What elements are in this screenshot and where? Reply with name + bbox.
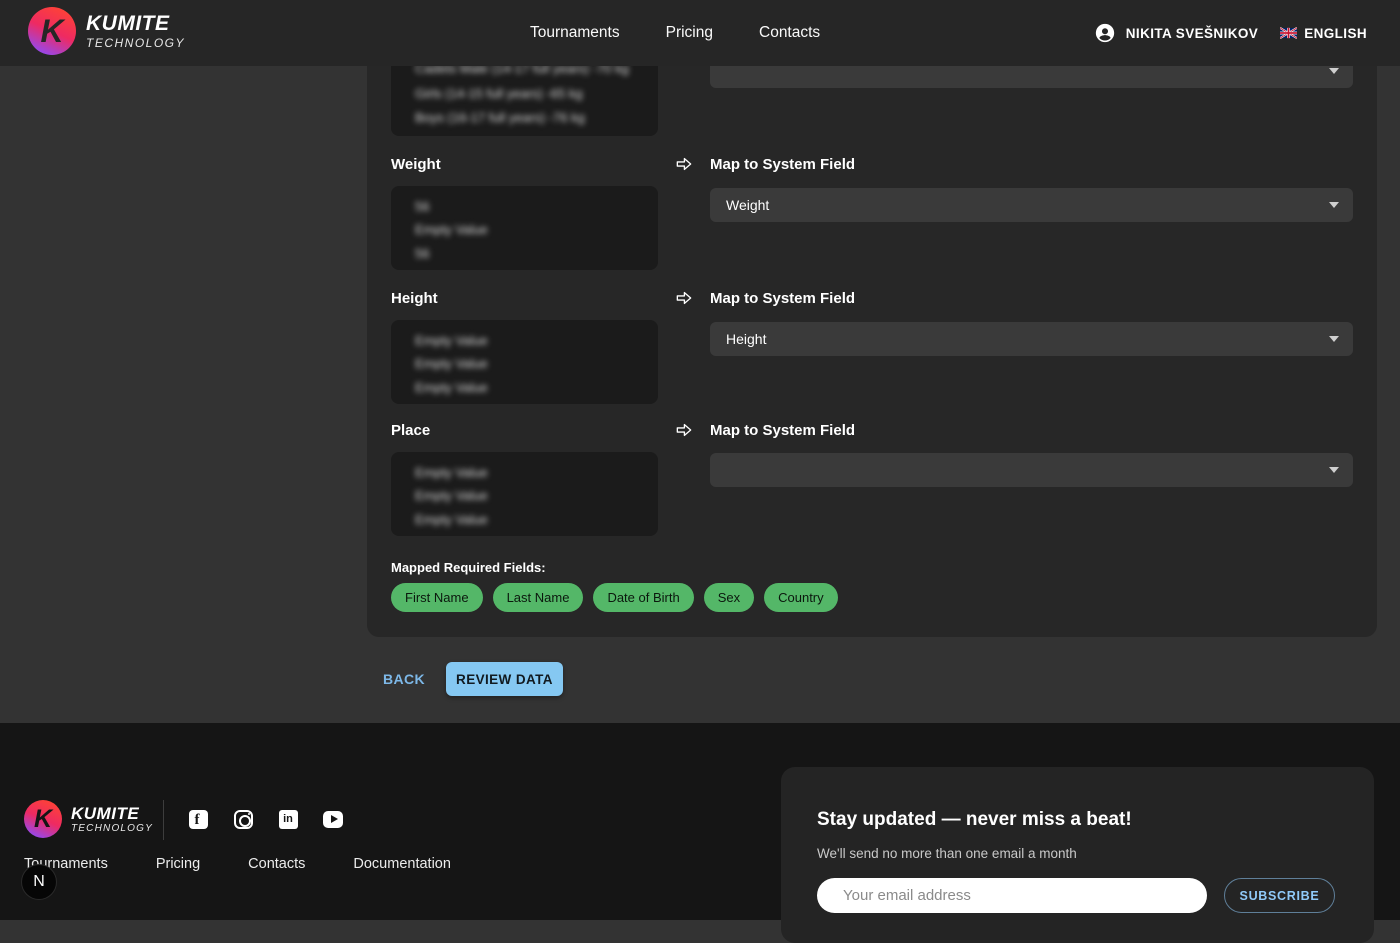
brand-logo[interactable]: K KUMITE TECHNOLOGY	[28, 7, 185, 55]
footer: K KUMITE TECHNOLOGY f in Tournaments Pri…	[0, 723, 1400, 920]
chevron-down-icon	[1329, 467, 1339, 473]
top-navbar: K KUMITE TECHNOLOGY Tournaments Pricing …	[0, 0, 1400, 66]
column-label-place: Place	[391, 422, 430, 439]
social-links: f in	[188, 809, 343, 829]
preview-value: Girls (14-15 full years) -65 kg	[415, 80, 634, 105]
column-label-height: Height	[391, 290, 438, 307]
email-input[interactable]	[817, 878, 1207, 913]
chevron-down-icon	[1329, 202, 1339, 208]
column-label-weight: Weight	[391, 156, 441, 173]
system-field-select-place[interactable]	[710, 453, 1353, 487]
footer-brand-logo[interactable]: K KUMITE TECHNOLOGY	[24, 800, 153, 838]
nav-item-pricing[interactable]: Pricing	[666, 24, 713, 42]
kumite-logo-icon: K	[24, 800, 62, 838]
user-menu[interactable]: NIKITA SVEŠNIKOV	[1094, 22, 1258, 44]
map-arrow-icon	[674, 154, 694, 174]
chevron-down-icon	[1329, 68, 1339, 74]
system-field-select-height[interactable]: Height	[710, 322, 1353, 356]
footer-link-documentation[interactable]: Documentation	[353, 856, 451, 872]
brand-name: KUMITE	[86, 13, 185, 34]
facebook-icon[interactable]: f	[188, 809, 208, 829]
review-data-button[interactable]: REVIEW DATA	[446, 662, 563, 696]
nav-item-tournaments[interactable]: Tournaments	[530, 24, 620, 42]
preview-box-height: Empty Value Empty Value Empty Value	[391, 320, 658, 404]
required-field-chips: First Name Last Name Date of Birth Sex C…	[391, 583, 838, 612]
map-to-system-field-label: Map to System Field	[710, 422, 855, 439]
instagram-icon[interactable]	[233, 809, 253, 829]
chip-country: Country	[764, 583, 838, 612]
select-value: Weight	[726, 197, 769, 213]
preview-value: Empty Value	[415, 506, 634, 529]
account-circle-icon	[1094, 22, 1116, 44]
preview-value: Empty Value	[415, 374, 634, 397]
preview-box-weight: 56 Empty Value 56	[391, 186, 658, 270]
preview-value: Empty Value	[415, 216, 634, 239]
preview-value: Empty Value	[415, 482, 634, 505]
footer-link-contacts[interactable]: Contacts	[248, 856, 305, 872]
preview-value: 56	[415, 240, 634, 263]
preview-box-place: Empty Value Empty Value Empty Value	[391, 452, 658, 536]
preview-value: Empty Value	[415, 459, 634, 482]
preview-value: Empty Value	[415, 350, 634, 373]
newsletter-card: Stay updated — never miss a beat! We'll …	[781, 767, 1374, 943]
chip-sex: Sex	[704, 583, 754, 612]
chat-widget-button[interactable]: N	[22, 865, 56, 899]
chevron-down-icon	[1329, 336, 1339, 342]
language-label: ENGLISH	[1304, 26, 1367, 41]
footer-nav: Tournaments Pricing Contacts Documentati…	[24, 856, 451, 872]
nav-item-contacts[interactable]: Contacts	[759, 24, 820, 42]
preview-value: Empty Value	[415, 327, 634, 350]
mapped-required-fields-label: Mapped Required Fields:	[391, 560, 546, 575]
select-value: Height	[726, 331, 766, 347]
user-name: NIKITA SVEŠNIKOV	[1126, 26, 1258, 41]
back-button[interactable]: BACK	[375, 664, 433, 694]
youtube-icon[interactable]	[323, 809, 343, 829]
preview-value: Boys (16-17 full years) -76 kg	[415, 104, 634, 129]
chip-date-of-birth: Date of Birth	[593, 583, 693, 612]
brand-name: KUMITE	[71, 805, 153, 822]
language-switcher[interactable]: ENGLISH	[1280, 26, 1367, 41]
brand-tagline: TECHNOLOGY	[71, 824, 153, 834]
newsletter-title: Stay updated — never miss a beat!	[817, 809, 1132, 831]
subscribe-button[interactable]: SUBSCRIBE	[1224, 878, 1335, 913]
chip-first-name: First Name	[391, 583, 483, 612]
field-mapping-panel: Cadets Male (14-17 full years) -70 kg Gi…	[367, 0, 1377, 637]
chip-last-name: Last Name	[493, 583, 584, 612]
system-field-select-weight[interactable]: Weight	[710, 188, 1353, 222]
main-nav: Tournaments Pricing Contacts	[530, 0, 820, 66]
map-arrow-icon	[674, 288, 694, 308]
map-arrow-icon	[674, 420, 694, 440]
brand-tagline: TECHNOLOGY	[86, 37, 185, 49]
footer-divider	[163, 800, 164, 840]
linkedin-icon[interactable]: in	[278, 809, 298, 829]
uk-flag-icon	[1280, 27, 1297, 39]
map-to-system-field-label: Map to System Field	[710, 290, 855, 307]
footer-link-pricing[interactable]: Pricing	[156, 856, 200, 872]
newsletter-subtitle: We'll send no more than one email a mont…	[817, 846, 1077, 861]
map-to-system-field-label: Map to System Field	[710, 156, 855, 173]
preview-value: 56	[415, 193, 634, 216]
kumite-logo-icon: K	[28, 7, 76, 55]
